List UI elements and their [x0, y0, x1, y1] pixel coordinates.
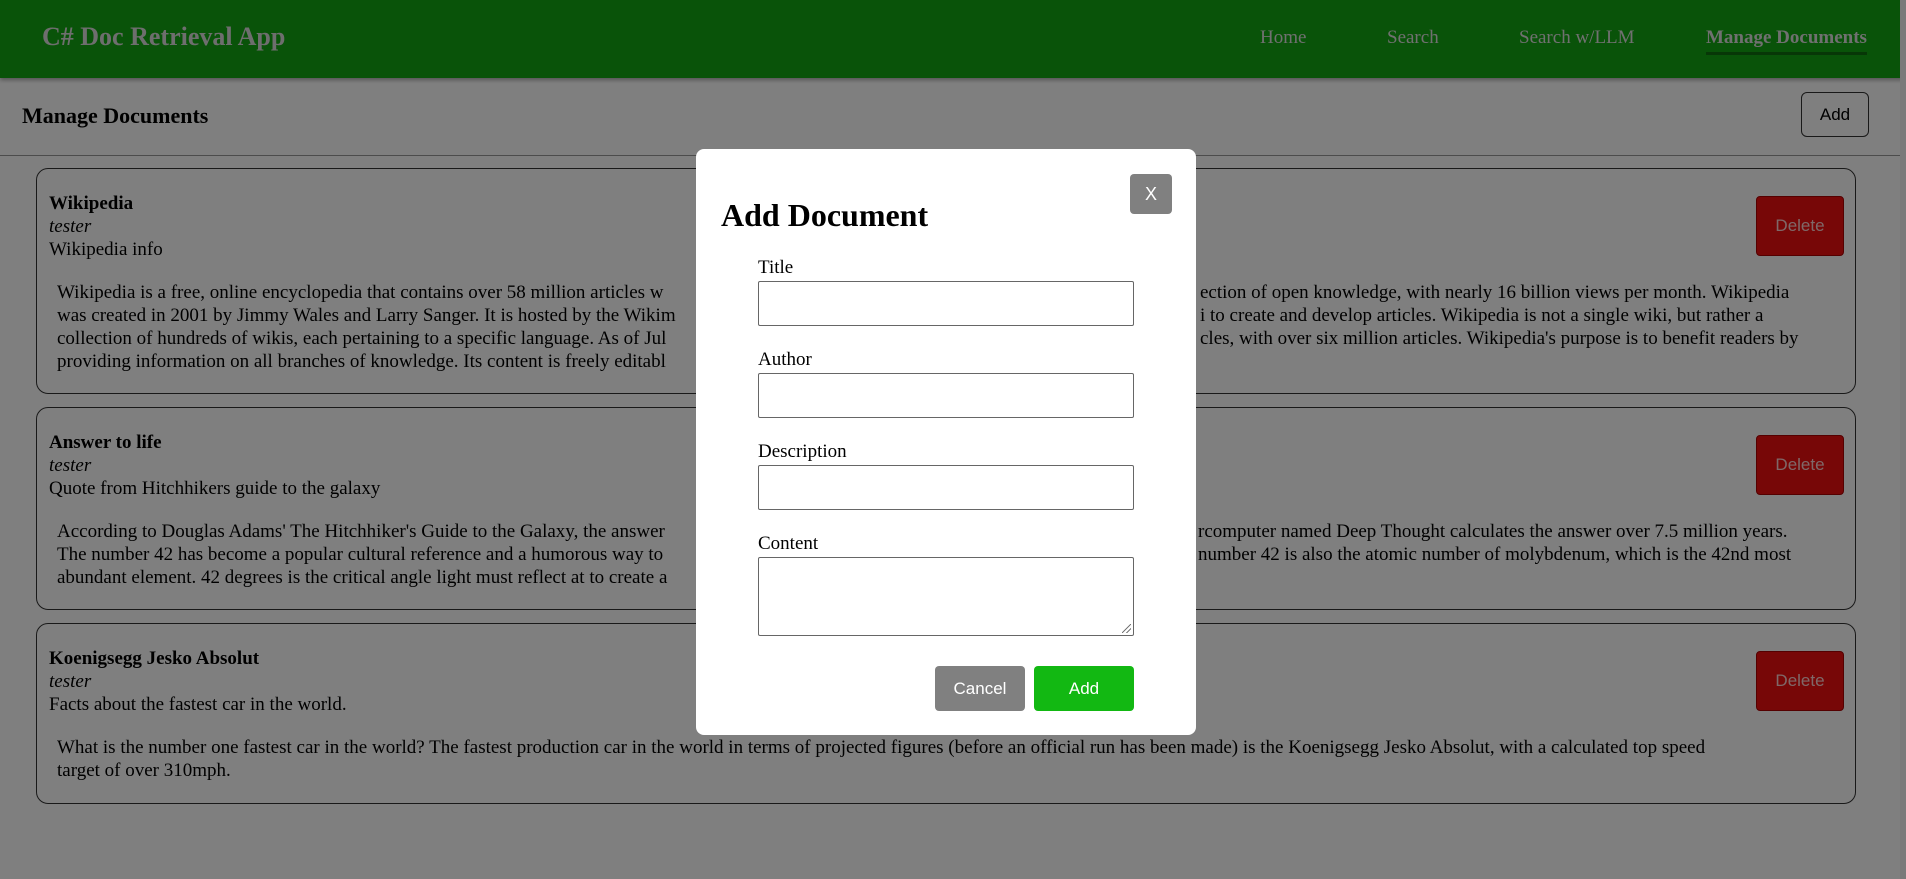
- author-input[interactable]: [758, 373, 1134, 418]
- content-textarea[interactable]: [758, 557, 1134, 636]
- author-label: Author: [758, 349, 812, 370]
- resize-handle-icon[interactable]: [1122, 624, 1131, 633]
- description-input[interactable]: [758, 465, 1134, 510]
- close-button[interactable]: X: [1130, 174, 1172, 214]
- cancel-button[interactable]: Cancel: [935, 666, 1025, 711]
- title-label: Title: [758, 257, 794, 278]
- scrollbar[interactable]: [1900, 0, 1906, 879]
- description-label: Description: [758, 441, 847, 462]
- modal-title: Add Document: [721, 197, 929, 233]
- title-input[interactable]: [758, 281, 1134, 326]
- submit-add-button[interactable]: Add: [1034, 666, 1134, 711]
- add-document-modal: X Add Document Title Author Description …: [696, 149, 1196, 735]
- content-label: Content: [758, 533, 819, 554]
